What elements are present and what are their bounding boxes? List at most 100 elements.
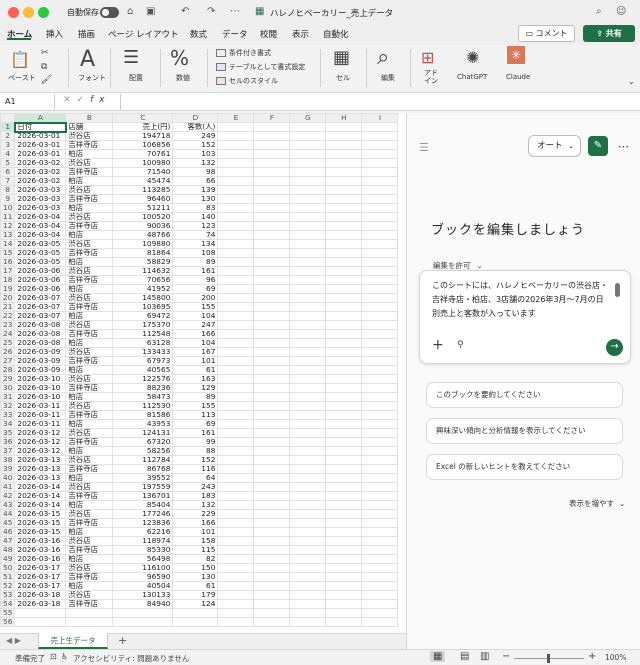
cell[interactable]: 113285: [112, 185, 174, 195]
cell[interactable]: [217, 311, 255, 321]
cell[interactable]: 104: [172, 311, 219, 321]
cell[interactable]: [325, 500, 363, 510]
cell[interactable]: [217, 203, 255, 213]
cell[interactable]: [361, 401, 399, 411]
cell[interactable]: 61: [172, 365, 219, 375]
cell[interactable]: [325, 356, 363, 366]
row-header[interactable]: 53: [0, 590, 16, 600]
cell[interactable]: [217, 536, 255, 546]
cell[interactable]: [325, 194, 363, 204]
cell[interactable]: [325, 518, 363, 528]
cell[interactable]: 247: [172, 320, 219, 330]
cell[interactable]: 渋谷店: [65, 590, 114, 600]
cell[interactable]: [253, 392, 291, 402]
cell[interactable]: 2026-03-16: [14, 554, 67, 564]
cell[interactable]: [289, 230, 327, 240]
cell[interactable]: [325, 383, 363, 393]
cell[interactable]: 2026-03-10: [14, 392, 67, 402]
cell[interactable]: [289, 518, 327, 528]
cell[interactable]: [253, 302, 291, 312]
cell[interactable]: 2026-03-03: [14, 194, 67, 204]
page-break-view-icon[interactable]: ▥: [480, 651, 489, 662]
cell[interactable]: [361, 293, 399, 303]
cell-grid[interactable]: ABCDEFGHI 1 日付 店舗 売上(円) 客数(人) 2 2026-03-01 渋谷店 1…: [0, 113, 399, 627]
row-header[interactable]: 48: [0, 545, 16, 555]
row-header[interactable]: 1: [0, 122, 16, 132]
cell[interactable]: [361, 545, 399, 555]
row-header[interactable]: 31: [0, 392, 16, 402]
cell[interactable]: [253, 167, 291, 177]
row-header[interactable]: 46: [0, 527, 16, 537]
macro-record-icon[interactable]: ⊡: [50, 652, 57, 661]
cell[interactable]: 渋谷店: [65, 536, 114, 546]
cell[interactable]: 2026-03-18: [14, 599, 67, 609]
cell[interactable]: [361, 455, 399, 465]
cancel-icon[interactable]: ✕: [63, 95, 77, 105]
row-header[interactable]: 22: [0, 311, 16, 321]
cell[interactable]: [217, 221, 255, 231]
cell[interactable]: 吉祥寺店: [65, 437, 114, 447]
cell[interactable]: [217, 419, 255, 429]
row-header[interactable]: 41: [0, 482, 16, 492]
cell[interactable]: [289, 527, 327, 537]
cell[interactable]: 2026-03-04: [14, 221, 67, 231]
cell[interactable]: [217, 185, 255, 195]
cell[interactable]: [325, 428, 363, 438]
cell[interactable]: [289, 365, 327, 375]
chatgpt-button[interactable]: ChatGPT: [457, 73, 487, 81]
cell[interactable]: [14, 608, 67, 618]
cell[interactable]: [289, 194, 327, 204]
cell[interactable]: [253, 491, 291, 501]
cell[interactable]: 2026-03-05: [14, 239, 67, 249]
cell[interactable]: 179: [172, 590, 219, 600]
show-more-button[interactable]: 表示を増やす ⌄: [569, 498, 625, 509]
cell[interactable]: 130: [172, 194, 219, 204]
cell[interactable]: [217, 446, 255, 456]
cell[interactable]: [325, 149, 363, 159]
cell[interactable]: 渋谷店: [65, 239, 114, 249]
cell[interactable]: 日付: [13, 121, 67, 133]
cell[interactable]: [361, 230, 399, 240]
cell[interactable]: 渋谷店: [65, 266, 114, 276]
cell[interactable]: [217, 410, 255, 420]
number-format-icon[interactable]: %: [170, 46, 189, 70]
cell[interactable]: [361, 212, 399, 222]
cell[interactable]: [217, 401, 255, 411]
undo-icon[interactable]: ↶: [181, 6, 189, 17]
cell[interactable]: [361, 203, 399, 213]
row-header[interactable]: 16: [0, 257, 16, 267]
cell[interactable]: 167: [172, 347, 219, 357]
cell[interactable]: [361, 437, 399, 447]
row-header[interactable]: 11: [0, 212, 16, 222]
cell[interactable]: 112784: [112, 455, 174, 465]
row-header[interactable]: 2: [0, 131, 16, 141]
cell[interactable]: 渋谷店: [65, 509, 114, 519]
row-header[interactable]: 17: [0, 266, 16, 276]
cell[interactable]: 140: [172, 212, 219, 222]
cell[interactable]: [361, 446, 399, 456]
cell[interactable]: 130: [172, 572, 219, 582]
cell[interactable]: [217, 194, 255, 204]
cell[interactable]: [361, 563, 399, 573]
row-header[interactable]: 47: [0, 536, 16, 546]
chatgpt-icon[interactable]: ✺: [466, 48, 479, 67]
cell[interactable]: [325, 302, 363, 312]
cell[interactable]: 2026-03-14: [14, 500, 67, 510]
cell[interactable]: 166: [172, 329, 219, 339]
cell[interactable]: 2026-03-18: [14, 590, 67, 600]
cell[interactable]: 柏店: [65, 176, 114, 186]
cell[interactable]: 2026-03-05: [14, 257, 67, 267]
cell[interactable]: [325, 122, 363, 132]
cell[interactable]: 2026-03-09: [14, 347, 67, 357]
cell[interactable]: [253, 365, 291, 375]
cell[interactable]: 116: [172, 464, 219, 474]
cells-button[interactable]: セル: [336, 73, 350, 83]
cell[interactable]: 69: [172, 284, 219, 294]
cell[interactable]: [289, 122, 327, 132]
cell[interactable]: [253, 131, 291, 141]
cell[interactable]: 69: [172, 419, 219, 429]
cell[interactable]: [253, 176, 291, 186]
cell[interactable]: [217, 158, 255, 168]
cell[interactable]: 吉祥寺店: [65, 194, 114, 204]
cell[interactable]: [289, 473, 327, 483]
